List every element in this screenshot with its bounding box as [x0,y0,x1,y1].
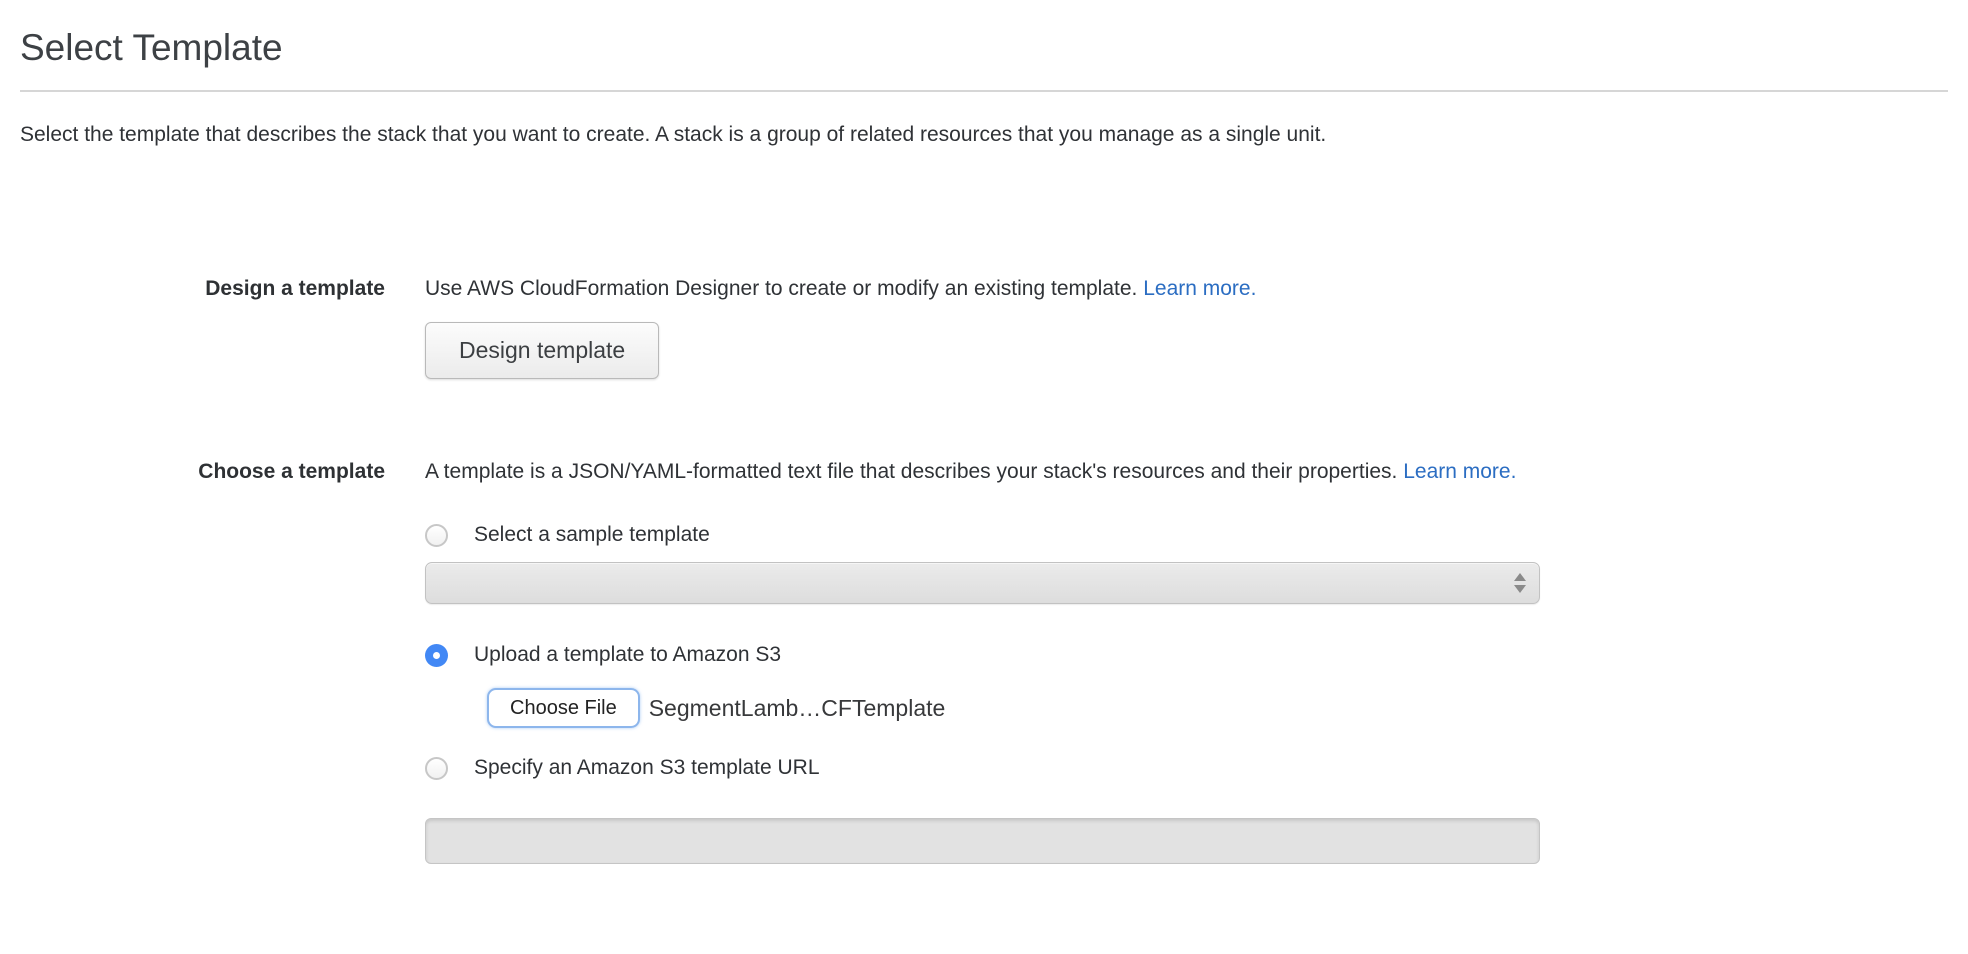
stepper-down-arrow-icon [1514,585,1526,593]
radio-label-sample-template[interactable]: Select a sample template [474,523,710,547]
design-template-button[interactable]: Design template [425,322,659,379]
page-description: Select the template that describes the s… [20,122,1948,148]
template-form: Design a template Use AWS CloudFormation… [20,274,1948,864]
choose-file-button[interactable]: Choose File [487,688,640,728]
header-divider [20,90,1948,92]
file-upload-row: Choose File SegmentLamb…CFTemplate [487,688,1948,728]
choose-learn-more-link[interactable]: Learn more. [1403,460,1516,483]
radio-label-specify-s3-url[interactable]: Specify an Amazon S3 template URL [474,756,820,780]
design-template-content: Use AWS CloudFormation Designer to creat… [425,274,1948,379]
select-template-page: Select Template Select the template that… [0,26,1968,864]
sample-template-select[interactable] [425,562,1540,604]
radio-selected-icon[interactable] [425,644,448,667]
page-title: Select Template [20,26,1948,70]
choose-template-description-text: A template is a JSON/YAML-formatted text… [425,460,1397,483]
choose-template-label: Choose a template [20,457,385,864]
design-learn-more-link[interactable]: Learn more. [1143,277,1256,300]
radio-label-upload-s3[interactable]: Upload a template to Amazon S3 [474,643,781,667]
select-stepper-icon [1514,563,1526,603]
design-template-row: Design a template Use AWS CloudFormation… [20,274,1948,379]
design-template-label: Design a template [20,274,385,379]
s3-template-url-input[interactable] [425,818,1540,864]
design-template-description-text: Use AWS CloudFormation Designer to creat… [425,277,1137,300]
radio-unselected-icon[interactable] [425,524,448,547]
uploaded-file-name: SegmentLamb…CFTemplate [649,695,946,722]
choose-template-row: Choose a template A template is a JSON/Y… [20,457,1948,864]
choose-template-description: A template is a JSON/YAML-formatted text… [425,457,1948,487]
choose-template-content: A template is a JSON/YAML-formatted text… [425,457,1948,864]
radio-unselected-icon[interactable] [425,757,448,780]
radio-upload-template-s3[interactable]: Upload a template to Amazon S3 [425,643,1948,667]
radio-select-sample-template[interactable]: Select a sample template [425,523,1948,547]
design-template-description: Use AWS CloudFormation Designer to creat… [425,274,1948,304]
stepper-up-arrow-icon [1514,573,1526,581]
radio-specify-s3-url[interactable]: Specify an Amazon S3 template URL [425,756,1948,780]
